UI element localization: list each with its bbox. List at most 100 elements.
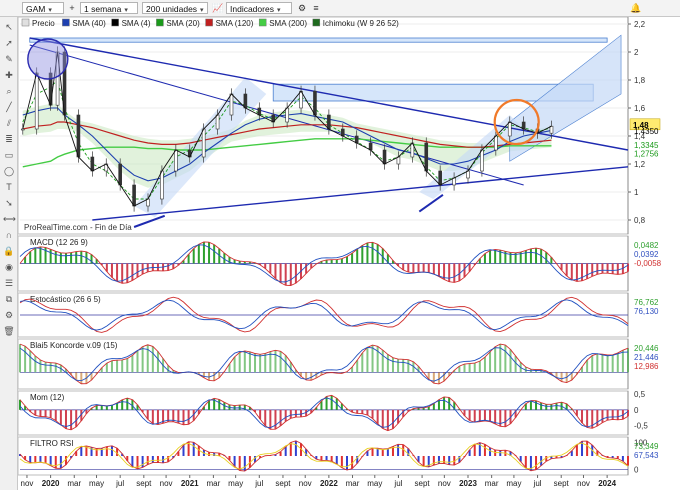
legend-label-4: SMA (120) <box>216 19 254 28</box>
symbol-select[interactable]: GAM ▾ <box>22 2 64 14</box>
legend-swatch-0 <box>21 18 30 27</box>
trash-icon[interactable]: 🗑 <box>3 325 15 337</box>
candle-body <box>243 93 248 109</box>
plus-icon[interactable]: + <box>66 2 78 14</box>
x-tick-label: 2020 <box>42 479 60 488</box>
candle-body <box>494 135 498 151</box>
candle-body <box>285 107 289 123</box>
x-tick-label: nov <box>438 479 451 488</box>
channel-icon[interactable]: ⫽ <box>3 117 15 129</box>
candle-body <box>160 170 164 200</box>
x-tick-label: mar <box>485 479 499 488</box>
panel-y-tick-label: 0 <box>634 466 639 475</box>
units-select[interactable]: 200 unidades ▾ <box>142 2 208 14</box>
x-tick-label: mar <box>346 479 360 488</box>
legend-swatch-6 <box>312 18 321 27</box>
candle-body <box>34 72 39 130</box>
legend-label-0: Precio <box>32 19 55 28</box>
text-icon[interactable]: T <box>3 181 15 193</box>
symbol-label: GAM <box>26 4 46 14</box>
crosshair-icon[interactable]: ✚ <box>3 69 15 81</box>
candle-body <box>146 198 150 207</box>
eye-icon[interactable]: ◉ <box>3 261 15 273</box>
candle-body <box>132 184 136 207</box>
legend-swatch-2 <box>111 18 119 27</box>
panel-value-label: 73,349 <box>634 442 659 451</box>
y-tick-label: 2 <box>634 48 639 57</box>
bell-icon[interactable]: 🔔 <box>630 2 642 14</box>
x-tick-label: sept <box>136 479 152 488</box>
ellipse-icon[interactable]: ◯ <box>3 165 15 177</box>
panel-value-label: 20,446 <box>634 344 659 353</box>
y-tick-label: 1 <box>634 188 639 197</box>
panel-title-2: Blai5 Koncorde v.09 (15) <box>30 341 118 350</box>
x-tick-label: jul <box>533 479 542 488</box>
panel-y-tick-label: 0,5 <box>634 390 646 399</box>
candle-body <box>438 170 442 186</box>
measure-icon[interactable]: ⟷ <box>3 213 16 225</box>
panel-value-label: 0,0392 <box>634 250 659 259</box>
panel-frame-4 <box>18 390 629 436</box>
x-tick-label: mar <box>207 479 221 488</box>
candle-body <box>466 170 470 179</box>
arrow-icon[interactable]: ➘ <box>3 197 15 209</box>
trendline-icon[interactable]: ╱ <box>3 101 15 113</box>
x-tick-label: 2023 <box>459 479 477 488</box>
candle-body <box>187 149 192 158</box>
x-tick-label: jul <box>393 479 402 488</box>
x-tick-label: nov <box>21 479 34 488</box>
magnet-icon[interactable]: ∩ <box>3 229 15 241</box>
y-tick-label: 1,2 <box>634 160 646 169</box>
legend-label-3: SMA (20) <box>166 19 200 28</box>
x-tick-label: mar <box>67 479 81 488</box>
panel-title-4: FILTRO RSI <box>30 439 73 448</box>
y-tick-label: 0,8 <box>634 216 646 225</box>
panel-value-label: 67,543 <box>634 451 659 460</box>
x-tick-label: sept <box>275 479 291 488</box>
legend-label-6: Ichimoku (W 9 26 52) <box>323 19 399 28</box>
gear-icon[interactable]: ⚙ <box>296 2 308 14</box>
candle-body <box>354 135 359 144</box>
fibonacci-icon[interactable]: ≣ <box>3 133 15 145</box>
layers-icon[interactable]: ☰ <box>3 277 15 289</box>
highlight-circle-2020 <box>27 38 69 80</box>
pencil-icon[interactable]: ✎ <box>3 53 15 65</box>
panel-title-3: Mom (12) <box>30 393 65 402</box>
copy-icon[interactable]: ⧉ <box>3 293 15 305</box>
y-tick-label: 2,2 <box>634 20 646 29</box>
candle-body <box>327 114 331 130</box>
pointer-icon[interactable]: ➚ <box>3 37 15 49</box>
units-label: 200 unidades <box>146 4 198 14</box>
zoom-icon[interactable]: ⌕ <box>3 85 15 97</box>
chevron-down-icon: ▾ <box>124 7 128 14</box>
x-tick-label: 2022 <box>320 479 338 488</box>
candle-body <box>452 177 456 186</box>
lock-icon[interactable]: 🔒 <box>3 245 15 257</box>
candle-body <box>340 128 345 137</box>
indicators-label: Indicadores <box>230 4 274 14</box>
drawing-toolbar: ↖ ➚ ✎ ✚ ⌕ ╱ ⫽ ≣ ▭ ◯ T ➘ ⟷ ∩ 🔒 ◉ ☰ ⧉ ⚙ 🗑 <box>0 17 18 490</box>
panel-value-label: 12,986 <box>634 362 659 371</box>
panel-value-label: 0,0482 <box>634 241 659 250</box>
x-tick-label: may <box>228 479 243 488</box>
chevron-down-icon: ▾ <box>200 7 204 14</box>
period-label: 1 semana <box>84 4 122 14</box>
cursor-icon[interactable]: ↖ <box>3 21 15 33</box>
candle-body <box>174 149 178 172</box>
settings-icon[interactable]: ⚙ <box>3 309 15 321</box>
x-tick-label: nov <box>577 479 590 488</box>
chart-icon[interactable]: 📈 <box>212 2 224 14</box>
period-select[interactable]: 1 semana ▾ <box>80 2 138 14</box>
chart-area[interactable]: 0,811,21,41,61,822,2nov 2020 mar may jul sept… <box>18 17 680 490</box>
annotation-rect-top <box>29 37 608 43</box>
panel-value-label: 21,446 <box>634 353 659 362</box>
y-tick-label: 1,8 <box>634 76 646 85</box>
indicators-select[interactable]: Indicadores ▾ <box>226 2 292 14</box>
candle-body <box>215 114 220 130</box>
legend-label-5: SMA (200) <box>269 19 307 28</box>
x-tick-label: may <box>367 479 382 488</box>
rectangle-icon[interactable]: ▭ <box>3 149 15 161</box>
y-tick-label: 1,6 <box>634 104 646 113</box>
lines-icon[interactable]: ≡ <box>310 2 322 14</box>
legend-swatch-3 <box>156 18 164 27</box>
